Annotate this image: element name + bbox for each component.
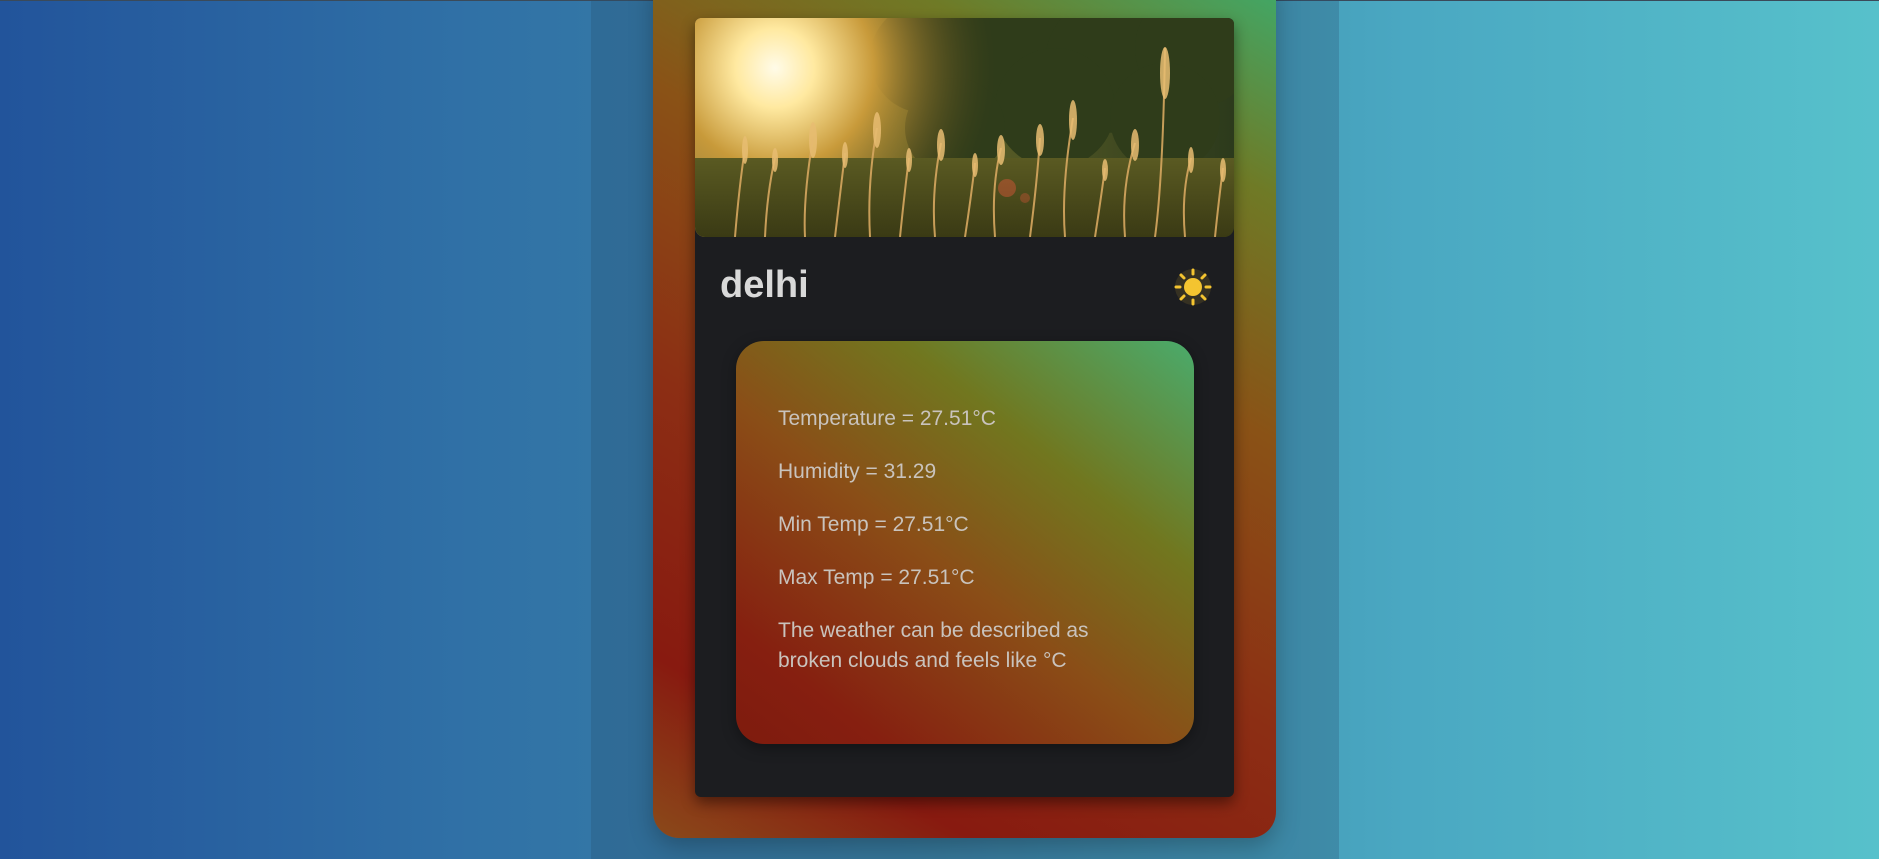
hero-image bbox=[695, 18, 1234, 237]
max-temp-text: Max Temp = 27.51°C bbox=[778, 566, 975, 589]
city-name: delhi bbox=[720, 264, 809, 306]
weather-card: delhi Temperature = 27.51°C Humidity = 3… bbox=[695, 18, 1234, 797]
weather-details-panel: Temperature = 27.51°C Humidity = 31.29 M… bbox=[736, 341, 1194, 744]
min-temp-text: Min Temp = 27.51°C bbox=[778, 513, 969, 536]
temperature-text: Temperature = 27.51°C bbox=[778, 407, 996, 430]
sun-icon bbox=[1172, 266, 1214, 308]
humidity-text: Humidity = 31.29 bbox=[778, 460, 937, 483]
weather-description: The weather can be described as broken c… bbox=[778, 619, 1089, 672]
